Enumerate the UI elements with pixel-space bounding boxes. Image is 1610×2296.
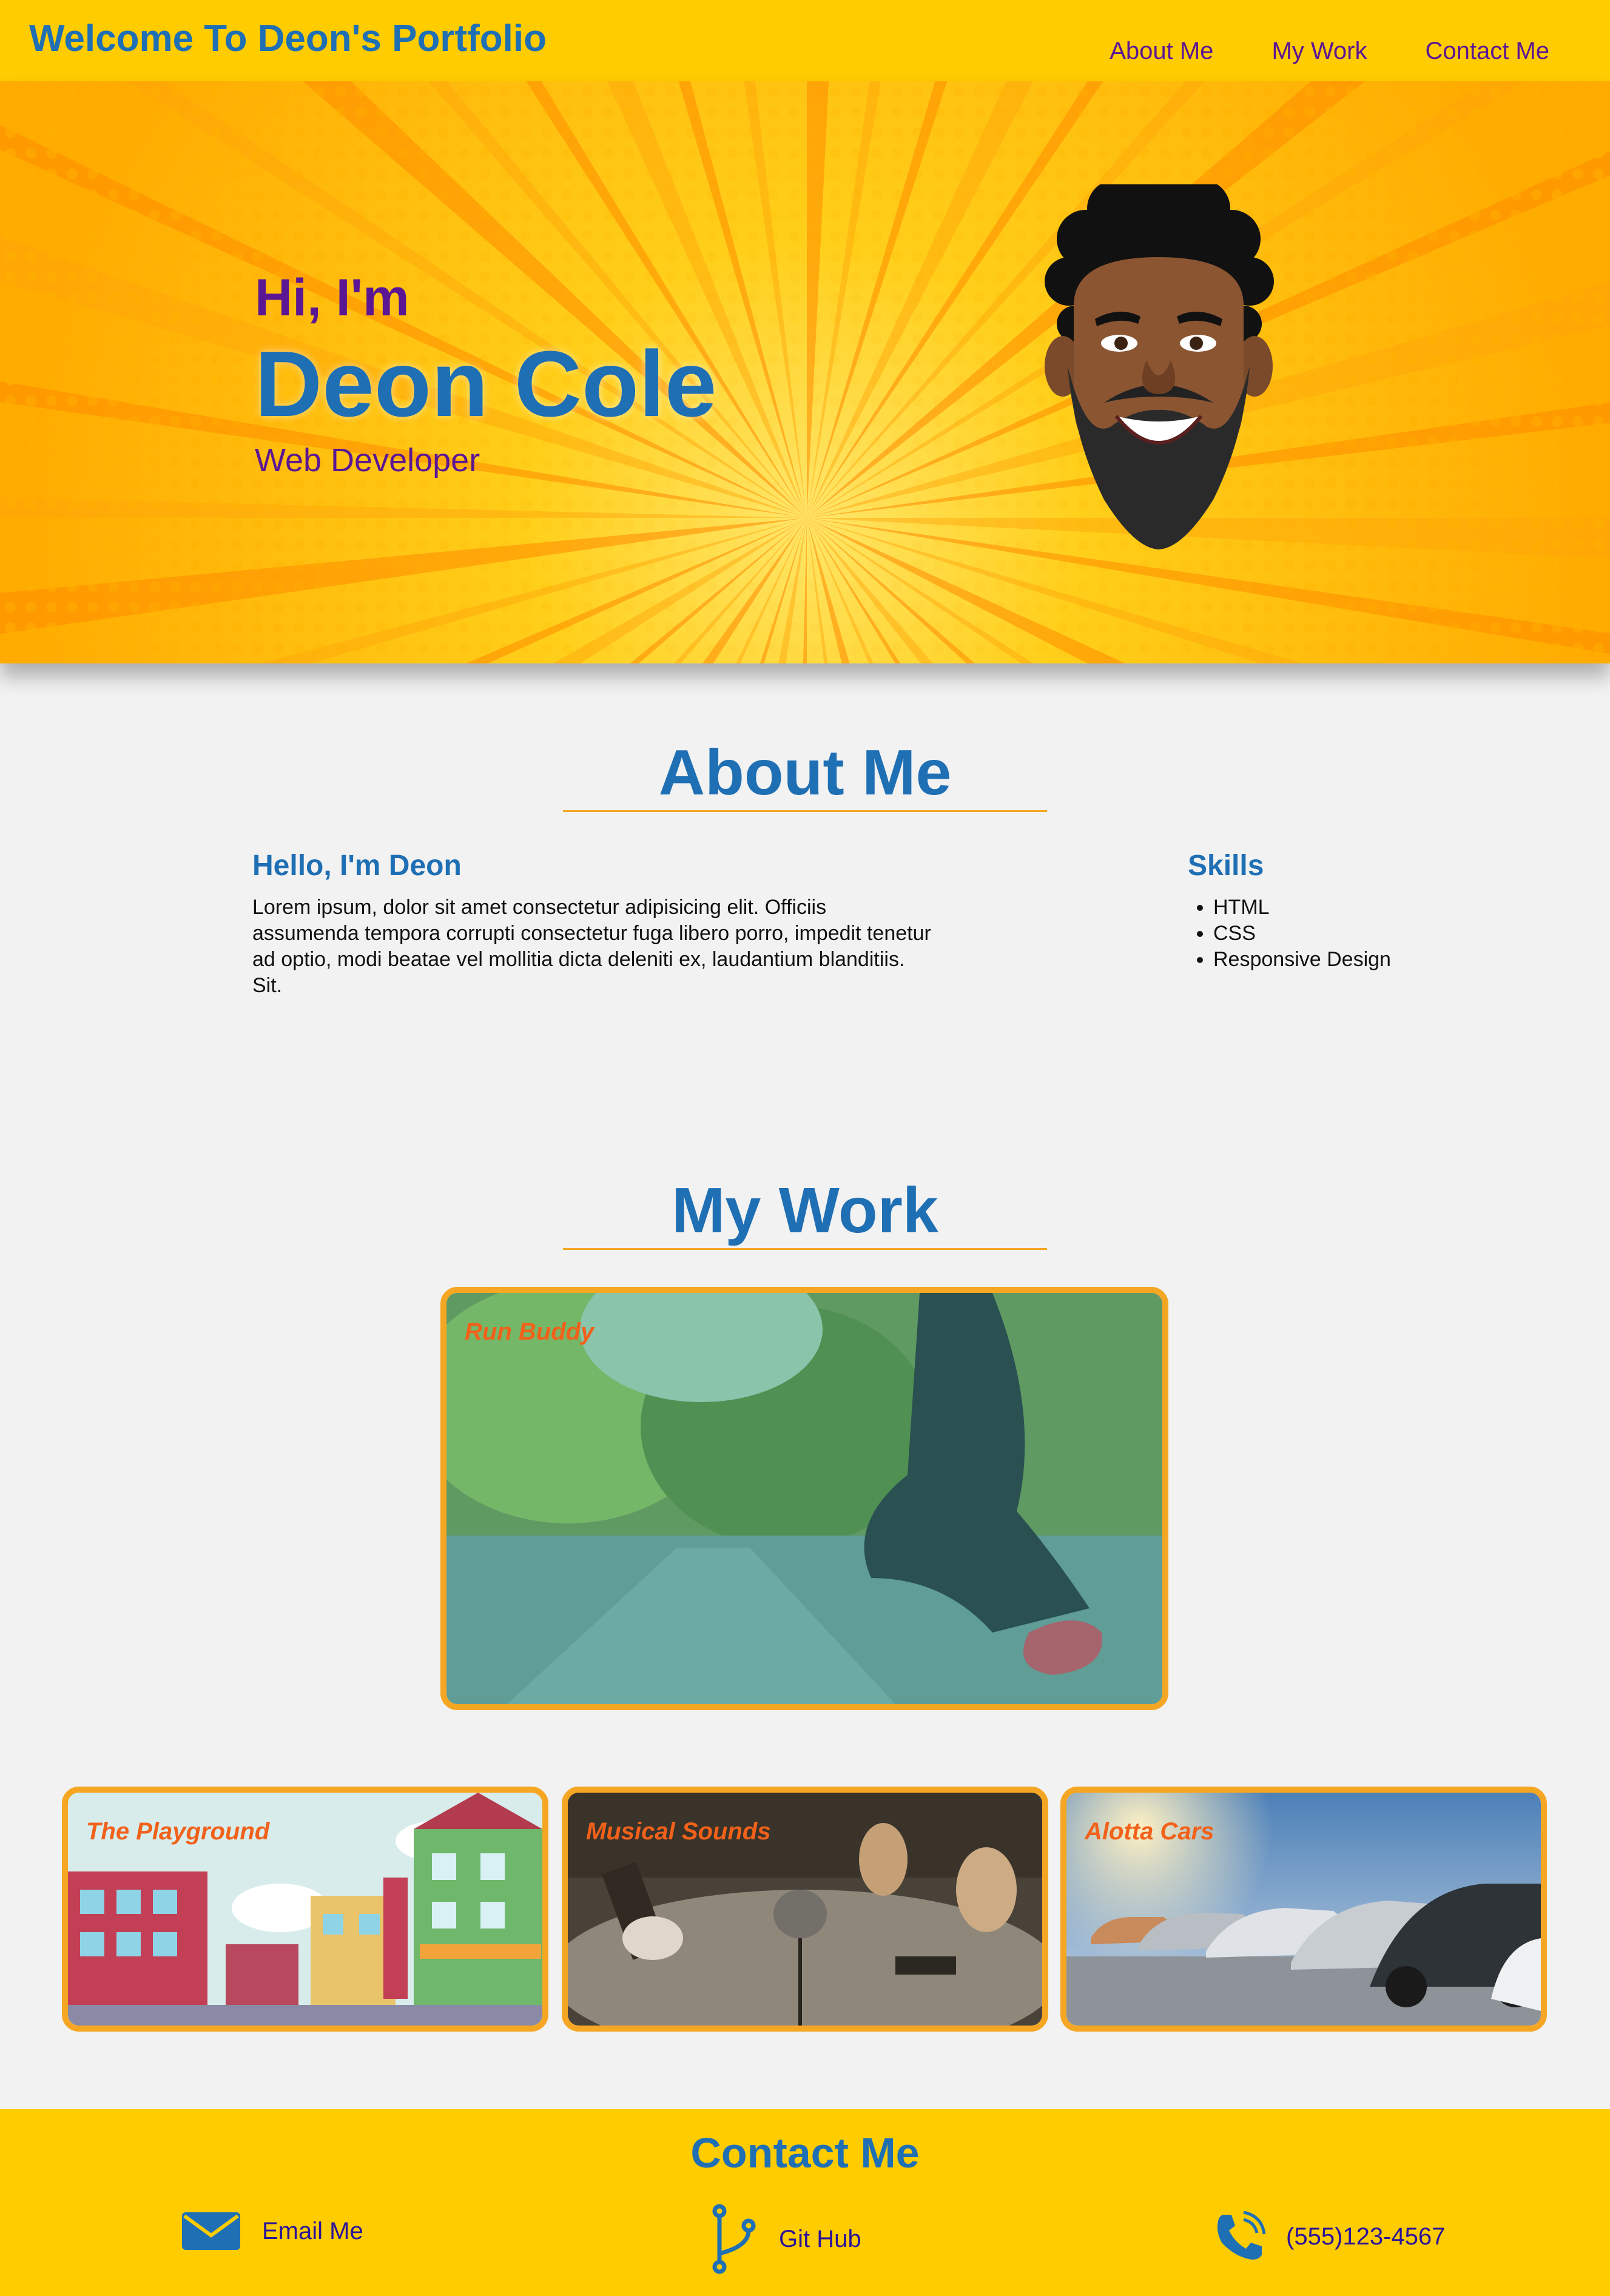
project-card-musical-sounds[interactable]: Musical Sounds: [562, 1787, 1048, 2032]
hero-role: Web Developer: [255, 442, 480, 478]
hero-banner: Hi, I'm Deon Cole Web Developer: [0, 81, 1610, 663]
about-heading-underline: [563, 810, 1047, 812]
hero-sunburst-background: [0, 81, 1610, 663]
project-title: Musical Sounds: [586, 1818, 771, 1845]
git-branch-icon: [712, 2204, 756, 2274]
hero-name: Deon Cole: [255, 332, 717, 436]
project-card-run-buddy[interactable]: Run Buddy: [440, 1287, 1168, 1710]
work-heading: My Work: [672, 1175, 938, 1246]
site-header: Welcome To Deon's Portfolio About Me My …: [0, 0, 1610, 81]
about-body-text: Lorem ipsum, dolor sit amet consectetur …: [252, 896, 931, 997]
phone-icon: [1217, 2211, 1265, 2260]
project-title: Alotta Cars: [1085, 1818, 1214, 1845]
hero-greeting: Hi, I'm: [255, 269, 409, 327]
project-title: Run Buddy: [465, 1318, 594, 1345]
hero-intro: Hi, I'm Deon Cole Web Developer: [255, 272, 717, 479]
site-title: Welcome To Deon's Portfolio: [29, 18, 547, 59]
nav-link-contact-me[interactable]: Contact Me: [1425, 38, 1549, 65]
skill-item: CSS: [1213, 921, 1391, 947]
avatar-illustration: [1045, 184, 1274, 549]
github-label: Git Hub: [779, 2225, 861, 2252]
email-link[interactable]: Email Me: [181, 2211, 363, 2251]
skills-heading: Skills: [1188, 850, 1264, 882]
nav-link-about-me[interactable]: About Me: [1110, 38, 1213, 65]
email-label: Email Me: [262, 2217, 363, 2244]
project-card-the-playground[interactable]: The Playground: [62, 1787, 548, 2032]
phone-link[interactable]: (555)123-4567: [1214, 2211, 1445, 2262]
project-title: The Playground: [86, 1818, 270, 1845]
contact-footer: Contact Me Email Me Git Hub (555)123-456…: [0, 2109, 1610, 2296]
phone-number: (555)123-4567: [1286, 2223, 1446, 2250]
about-intro: Hello, I'm Deon Lorem ipsum, dolor sit a…: [252, 849, 938, 999]
skill-item: Responsive Design: [1213, 947, 1391, 973]
run-buddy-image: [446, 1293, 1162, 1704]
project-card-alotta-cars[interactable]: Alotta Cars: [1060, 1787, 1547, 2032]
nav-link-my-work[interactable]: My Work: [1271, 38, 1367, 65]
skills-list: HTML CSS Responsive Design: [1188, 895, 1391, 973]
about-subheading: Hello, I'm Deon: [252, 850, 462, 882]
main-nav: About Me My Work Contact Me: [1110, 38, 1549, 65]
skills-panel: Skills HTML CSS Responsive Design: [1188, 849, 1391, 973]
envelope-icon: [182, 2212, 240, 2250]
contact-heading: Contact Me: [690, 2129, 920, 2177]
about-heading: About Me: [658, 737, 952, 808]
skill-item: HTML: [1213, 895, 1391, 921]
work-heading-underline: [563, 1248, 1047, 1250]
github-link[interactable]: Git Hub: [710, 2204, 861, 2274]
